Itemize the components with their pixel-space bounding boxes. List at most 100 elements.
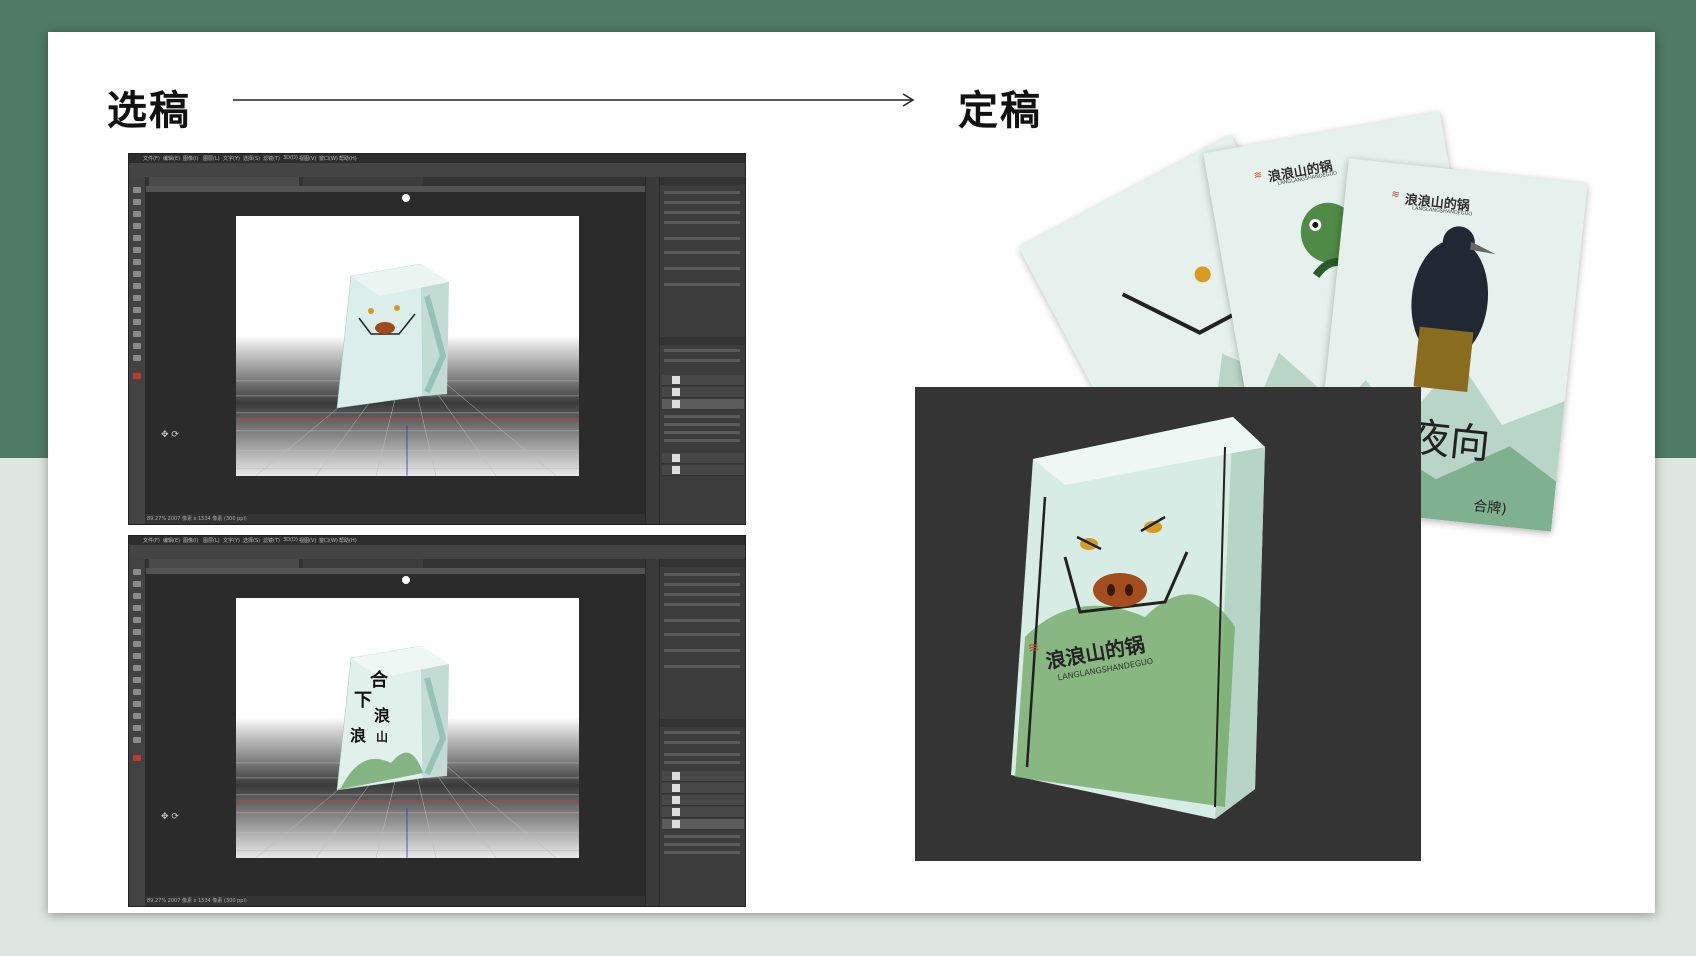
properties-panel-header[interactable] [660,177,745,185]
layers-panel-header[interactable] [660,337,745,345]
options-bar [129,163,745,178]
menu-window[interactable]: 窗口(W) [319,155,338,162]
path-tool-icon[interactable] [133,331,141,337]
layer-row-selected[interactable] [662,399,744,410]
hand-tool-icon[interactable] [133,725,141,731]
document-tab-active[interactable] [149,559,299,568]
crop-tool-icon[interactable] [133,235,141,241]
heading-final-draft: 定稿 [958,88,1042,134]
pen-tool-icon[interactable] [133,307,141,313]
brand-wave-icon: ≋ [1026,639,1042,657]
lasso-tool-icon[interactable] [133,211,141,217]
box-mockup [336,263,449,409]
light-handle-icon[interactable] [402,576,410,584]
arrow-icon [233,93,915,107]
menu-filter[interactable]: 滤镜(T) [263,537,280,544]
type-tool-icon[interactable] [133,701,141,707]
menu-image[interactable]: 图像(I) [183,155,198,162]
layer-row[interactable] [662,465,744,476]
box-title-char: 下 [354,690,372,711]
canvas-area[interactable]: 合 下 浪 浪 山 ✥ ⟳ [145,574,645,896]
menu-image[interactable]: 图像(I) [183,537,198,544]
layer-row[interactable] [662,387,744,398]
menu-layer[interactable]: 图层(L) [203,155,220,162]
box-mockup-variant [336,645,449,791]
properties-panel-header[interactable] [660,559,745,567]
light-handle-icon[interactable] [402,194,410,202]
menu-window[interactable]: 窗口(W) [319,537,338,544]
eraser-tool-icon[interactable] [133,283,141,289]
path-tool-icon[interactable] [133,713,141,719]
menu-view[interactable]: 视图(V) [299,537,316,544]
3d-axis-widget-icon[interactable]: ✥ ⟳ [161,430,179,440]
zoom-tool-icon[interactable] [133,737,141,743]
box-title-char: 浪 [374,706,391,725]
menu-edit[interactable]: 编辑(E) [163,155,180,162]
status-text: 89.27% 2007 像素 x 1534 像素 (300 ppi) [147,898,247,904]
menu-help[interactable]: 帮助(H) [339,537,357,544]
tools-panel [129,177,146,524]
zoom-tool-icon[interactable] [133,355,141,361]
document-tab-active[interactable] [149,177,299,186]
marquee-tool-icon[interactable] [133,581,141,587]
document-canvas[interactable] [236,216,579,476]
3d-axis-widget-icon[interactable]: ✥ ⟳ [161,812,179,822]
layer-row[interactable] [662,795,744,806]
menu-file[interactable]: 文件(F) [143,155,160,162]
move-tool-icon[interactable] [133,187,141,193]
eraser-tool-icon[interactable] [133,665,141,671]
foreground-color-icon[interactable] [133,755,141,761]
brush-tool-icon[interactable] [133,641,141,647]
lasso-tool-icon[interactable] [133,593,141,599]
layer-row[interactable] [662,783,744,794]
menu-3d[interactable]: 3D(D) [283,537,298,543]
menu-view[interactable]: 视图(V) [299,155,316,162]
document-canvas[interactable]: 合 下 浪 浪 山 [236,598,579,858]
status-bar: 89.27% 2007 像素 x 1534 像素 (300 ppi) [145,514,645,524]
move-tool-icon[interactable] [133,569,141,575]
eyedropper-tool-icon[interactable] [133,629,141,635]
pen-tool-icon[interactable] [133,689,141,695]
menu-file[interactable]: 文件(F) [143,537,160,544]
menu-filter[interactable]: 滤镜(T) [263,155,280,162]
menu-select[interactable]: 选择(S) [243,537,260,544]
panel-dock-icons[interactable] [645,559,660,906]
layer-row[interactable] [662,807,744,818]
menu-type[interactable]: 文字(Y) [223,537,240,544]
layers-panel-header[interactable] [660,719,745,727]
layer-row[interactable] [662,375,744,386]
menu-select[interactable]: 选择(S) [243,155,260,162]
document-tab[interactable] [303,559,423,568]
stamp-tool-icon[interactable] [133,653,141,659]
properties-layers-panel [659,559,745,906]
crow-character-art [1411,226,1496,393]
marquee-tool-icon[interactable] [133,199,141,205]
brand-wave-icon: ≋ [1390,189,1401,201]
document-tab[interactable] [303,177,423,186]
panel-dock-icons[interactable] [645,177,660,524]
gradient-tool-icon[interactable] [133,677,141,683]
gradient-tool-icon[interactable] [133,295,141,301]
type-tool-icon[interactable] [133,319,141,325]
layer-row-selected[interactable] [662,819,744,830]
menu-edit[interactable]: 编辑(E) [163,537,180,544]
brush-tool-icon[interactable] [133,259,141,265]
layer-row[interactable] [662,453,744,464]
eyedropper-tool-icon[interactable] [133,247,141,253]
crop-tool-icon[interactable] [133,617,141,623]
hand-tool-icon[interactable] [133,343,141,349]
canvas-area[interactable]: ✥ ⟳ [145,192,645,514]
final-product-photo: 浪浪山的锅 LANGLANGSHANDEGUO ≋ [915,387,1421,861]
brand-wave-icon: ≋ [1252,169,1264,182]
menu-type[interactable]: 文字(Y) [223,155,240,162]
menu-help[interactable]: 帮助(H) [339,155,357,162]
foreground-color-icon[interactable] [133,373,141,379]
layer-row[interactable] [662,771,744,782]
options-bar [129,545,745,560]
wand-tool-icon[interactable] [133,605,141,611]
menu-layer[interactable]: 图层(L) [203,537,220,544]
box-title-char: 合 [370,670,388,691]
stamp-tool-icon[interactable] [133,271,141,277]
menu-3d[interactable]: 3D(D) [283,155,298,161]
wand-tool-icon[interactable] [133,223,141,229]
